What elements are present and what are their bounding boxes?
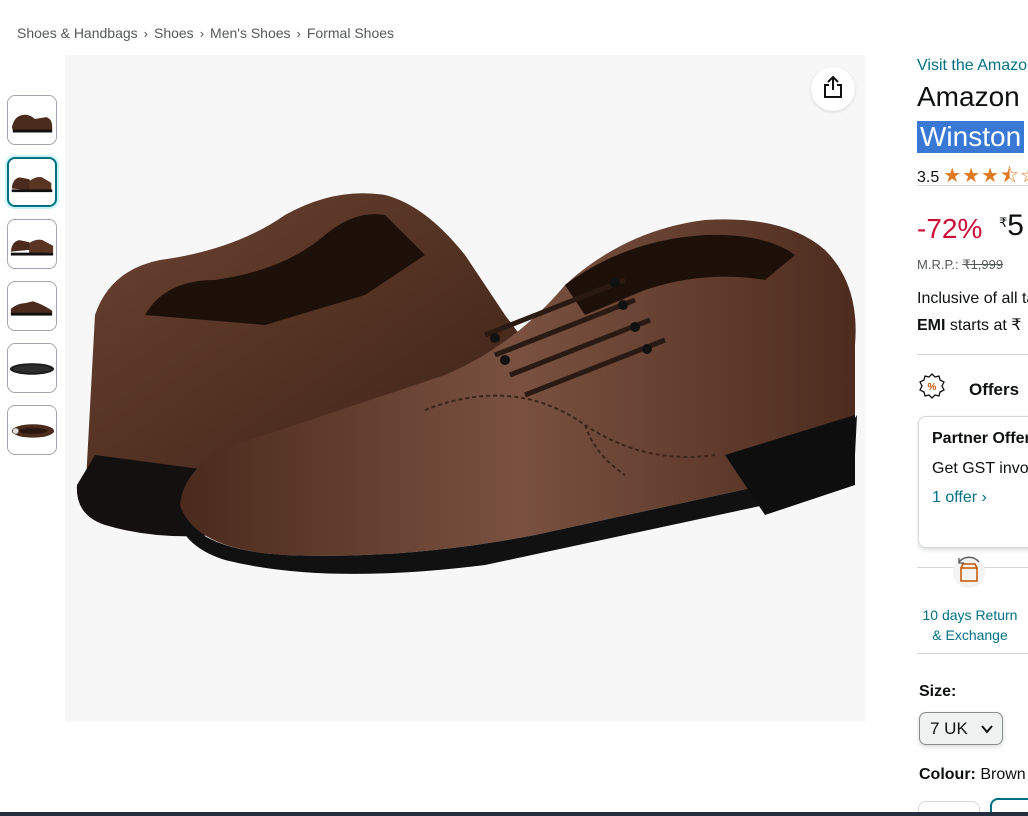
size-dropdown[interactable]: 7 UK xyxy=(919,712,1003,745)
share-icon xyxy=(822,75,844,104)
thumbnail-3[interactable] xyxy=(7,219,57,269)
mrp-label: M.R.P.: xyxy=(917,257,959,272)
chevron-down-icon xyxy=(980,721,994,741)
currency-symbol: ₹ xyxy=(999,215,1008,230)
discount-percentage: -72% xyxy=(917,213,983,244)
return-exchange-icon xyxy=(951,554,987,590)
colour-label: Colour: xyxy=(919,766,976,783)
offer-percent-icon: % xyxy=(917,372,947,407)
main-product-image[interactable] xyxy=(65,55,865,722)
breadcrumb-separator: › xyxy=(296,26,301,41)
offers-header: % Offers xyxy=(917,372,1019,407)
size-label: Size: xyxy=(919,683,957,700)
size-selected-value: 7 UK xyxy=(930,718,968,738)
breadcrumb-separator: › xyxy=(199,26,205,41)
thumbnail-5[interactable] xyxy=(7,343,57,393)
offer-card-description: Get GST invoice xyxy=(932,460,1028,477)
star-rating-icon: ★★★⯪☆ xyxy=(943,165,1028,187)
divider xyxy=(917,354,1028,355)
mrp-value: ₹1,999 xyxy=(962,257,1004,272)
breadcrumb-shoes-handbags[interactable]: Shoes & Handbags xyxy=(17,25,138,41)
partner-offer-card[interactable]: Partner Offers Get GST invoice 1 offer › xyxy=(918,416,1028,548)
thumbnail-2[interactable] xyxy=(7,157,57,207)
colour-value: Brown xyxy=(975,766,1026,783)
emi-info: EMI starts at ₹ xyxy=(917,315,1021,335)
breadcrumb-separator: › xyxy=(143,26,148,41)
divider xyxy=(917,653,1028,654)
breadcrumb-mens-shoes[interactable]: Men's Shoes xyxy=(210,25,291,41)
offer-count-link[interactable]: 1 offer › xyxy=(932,489,987,507)
emi-label: EMI xyxy=(917,317,946,334)
thumbnail-1[interactable] xyxy=(7,95,57,145)
thumbnail-6[interactable] xyxy=(7,405,57,455)
breadcrumb-shoes[interactable]: Shoes xyxy=(154,25,194,41)
divider xyxy=(917,185,1028,186)
tax-note: Inclusive of all taxes xyxy=(917,290,1028,307)
share-button[interactable] xyxy=(811,67,855,111)
bottom-bar xyxy=(0,812,1028,816)
offer-card-title: Partner Offers xyxy=(932,430,1028,447)
thumbnail-strip xyxy=(7,95,59,467)
breadcrumb-formal-shoes[interactable]: Formal Shoes xyxy=(307,25,394,41)
product-info-panel: Visit the Amazon Brand Store Amazon Wins… xyxy=(917,55,1028,816)
emi-text: starts at ₹ xyxy=(945,317,1022,334)
product-title-line1: Amazon xyxy=(917,81,1020,112)
return-exchange-link[interactable]: 10 days Return & Exchange xyxy=(917,605,1023,645)
product-title-line2-selected: Winston xyxy=(917,121,1025,153)
colour-selection: Colour: Brown xyxy=(919,766,1026,784)
svg-text:%: % xyxy=(928,382,937,393)
deal-price: ₹5 xyxy=(999,209,1024,243)
rating-summary[interactable]: 3.5 ★★★⯪☆ xyxy=(917,161,1028,195)
thumbnail-4[interactable] xyxy=(7,281,57,331)
price-whole: 5 xyxy=(1007,209,1024,242)
mrp: M.R.P.: ₹1,999 xyxy=(917,257,1003,273)
brand-store-link[interactable]: Visit the Amazon Brand Store xyxy=(917,57,1028,75)
shoe-pair-image xyxy=(76,193,857,574)
offers-heading: Offers xyxy=(969,379,1020,399)
breadcrumb: Shoes & Handbags › Shoes › Men's Shoes › Forma… xyxy=(17,25,394,41)
